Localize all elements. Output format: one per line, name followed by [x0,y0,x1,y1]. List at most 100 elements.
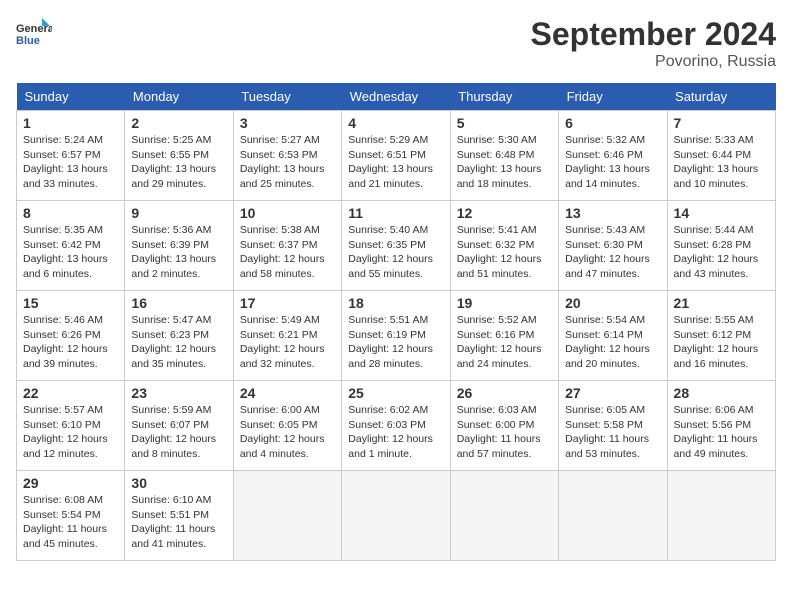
table-row: 12 Sunrise: 5:41 AMSunset: 6:32 PMDayligh… [450,201,558,291]
calendar-week-row: 22Sunrise: 5:57 AMSunset: 6:10 PMDayligh… [17,381,776,471]
day-info: Sunrise: 5:32 AMSunset: 6:46 PMDaylight:… [565,133,660,192]
day-info: Sunrise: 6:06 AMSunset: 5:56 PMDaylight:… [674,403,769,462]
day-info: Sunrise: 5:46 AMSunset: 6:26 PMDaylight:… [23,313,118,372]
month-title: September 2024 [531,16,776,53]
day-info: Sunrise: 5:41 AMSunset: 6:32 PMDaylight:… [457,223,552,282]
table-row [233,471,341,561]
day-number: 1 [23,115,118,131]
day-number: 6 [565,115,660,131]
table-row: 25 Sunrise: 6:02 AMSunset: 6:03 PMDayligh… [342,381,450,471]
day-info: Sunrise: 5:52 AMSunset: 6:16 PMDaylight:… [457,313,552,372]
table-row: 28 Sunrise: 6:06 AMSunset: 5:56 PMDayligh… [667,381,775,471]
day-number: 16 [131,295,226,311]
day-number: 15 [23,295,118,311]
day-info: Sunrise: 5:29 AMSunset: 6:51 PMDaylight:… [348,133,443,192]
day-info: Sunrise: 5:51 AMSunset: 6:19 PMDaylight:… [348,313,443,372]
day-info: Sunrise: 6:02 AMSunset: 6:03 PMDaylight:… [348,403,443,462]
day-number: 19 [457,295,552,311]
day-number: 14 [674,205,769,221]
day-info: Sunrise: 5:43 AMSunset: 6:30 PMDaylight:… [565,223,660,282]
day-number: 22 [23,385,118,401]
table-row: 21 Sunrise: 5:55 AMSunset: 6:12 PMDayligh… [667,291,775,381]
calendar-week-row: 8Sunrise: 5:35 AMSunset: 6:42 PMDaylight… [17,201,776,291]
day-info: Sunrise: 6:00 AMSunset: 6:05 PMDaylight:… [240,403,335,462]
day-number: 12 [457,205,552,221]
day-number: 20 [565,295,660,311]
day-info: Sunrise: 5:38 AMSunset: 6:37 PMDaylight:… [240,223,335,282]
table-row: 8Sunrise: 5:35 AMSunset: 6:42 PMDaylight… [17,201,125,291]
day-info: Sunrise: 5:25 AMSunset: 6:55 PMDaylight:… [131,133,226,192]
day-info: Sunrise: 5:27 AMSunset: 6:53 PMDaylight:… [240,133,335,192]
table-row: 11 Sunrise: 5:40 AMSunset: 6:35 PMDayligh… [342,201,450,291]
header-thursday: Thursday [450,83,558,111]
day-number: 11 [348,205,443,221]
day-info: Sunrise: 5:47 AMSunset: 6:23 PMDaylight:… [131,313,226,372]
table-row: 15 Sunrise: 5:46 AMSunset: 6:26 PMDayligh… [17,291,125,381]
day-info: Sunrise: 5:35 AMSunset: 6:42 PMDaylight:… [23,223,118,282]
day-info: Sunrise: 6:10 AMSunset: 5:51 PMDaylight:… [131,493,226,552]
day-info: Sunrise: 5:49 AMSunset: 6:21 PMDaylight:… [240,313,335,372]
calendar-week-row: 1 Sunrise: 5:24 AMSunset: 6:57 PMDaylight… [17,111,776,201]
calendar-table: Sunday Monday Tuesday Wednesday Thursday… [16,83,776,561]
day-number: 2 [131,115,226,131]
table-row: 29 Sunrise: 6:08 AMSunset: 5:54 PMDayligh… [17,471,125,561]
day-info: Sunrise: 5:54 AMSunset: 6:14 PMDaylight:… [565,313,660,372]
table-row [559,471,667,561]
day-number: 23 [131,385,226,401]
table-row: 5Sunrise: 5:30 AMSunset: 6:48 PMDaylight… [450,111,558,201]
day-number: 29 [23,475,118,491]
page-header: General Blue September 2024 Povorino, Ru… [16,16,776,71]
table-row: 9 Sunrise: 5:36 AMSunset: 6:39 PMDaylight… [125,201,233,291]
header-monday: Monday [125,83,233,111]
logo: General Blue [16,16,52,52]
table-row: 7Sunrise: 5:33 AMSunset: 6:44 PMDaylight… [667,111,775,201]
table-row: 18 Sunrise: 5:51 AMSunset: 6:19 PMDayligh… [342,291,450,381]
day-number: 5 [457,115,552,131]
day-number: 9 [131,205,226,221]
day-info: Sunrise: 6:08 AMSunset: 5:54 PMDaylight:… [23,493,118,552]
calendar-week-row: 15 Sunrise: 5:46 AMSunset: 6:26 PMDayligh… [17,291,776,381]
day-info: Sunrise: 5:40 AMSunset: 6:35 PMDaylight:… [348,223,443,282]
day-info: Sunrise: 5:36 AMSunset: 6:39 PMDaylight:… [131,223,226,282]
day-number: 21 [674,295,769,311]
table-row: 10 Sunrise: 5:38 AMSunset: 6:37 PMDayligh… [233,201,341,291]
table-row: 17 Sunrise: 5:49 AMSunset: 6:21 PMDayligh… [233,291,341,381]
day-number: 17 [240,295,335,311]
location: Povorino, Russia [531,53,776,71]
day-info: Sunrise: 5:24 AMSunset: 6:57 PMDaylight:… [23,133,118,192]
calendar-week-row: 29 Sunrise: 6:08 AMSunset: 5:54 PMDayligh… [17,471,776,561]
header-wednesday: Wednesday [342,83,450,111]
day-number: 18 [348,295,443,311]
day-number: 4 [348,115,443,131]
day-number: 13 [565,205,660,221]
table-row [450,471,558,561]
day-number: 27 [565,385,660,401]
day-number: 25 [348,385,443,401]
table-row: 14Sunrise: 5:44 AMSunset: 6:28 PMDayligh… [667,201,775,291]
table-row: 13 Sunrise: 5:43 AMSunset: 6:30 PMDayligh… [559,201,667,291]
day-info: Sunrise: 5:59 AMSunset: 6:07 PMDaylight:… [131,403,226,462]
day-info: Sunrise: 6:03 AMSunset: 6:00 PMDaylight:… [457,403,552,462]
day-number: 3 [240,115,335,131]
table-row: 23 Sunrise: 5:59 AMSunset: 6:07 PMDayligh… [125,381,233,471]
svg-text:Blue: Blue [16,35,40,47]
day-number: 7 [674,115,769,131]
table-row: 4 Sunrise: 5:29 AMSunset: 6:51 PMDaylight… [342,111,450,201]
day-number: 10 [240,205,335,221]
table-row [342,471,450,561]
header-friday: Friday [559,83,667,111]
table-row: 3 Sunrise: 5:27 AMSunset: 6:53 PMDaylight… [233,111,341,201]
table-row: 27 Sunrise: 6:05 AMSunset: 5:58 PMDayligh… [559,381,667,471]
weekday-header-row: Sunday Monday Tuesday Wednesday Thursday… [17,83,776,111]
day-info: Sunrise: 6:05 AMSunset: 5:58 PMDaylight:… [565,403,660,462]
header-tuesday: Tuesday [233,83,341,111]
table-row [667,471,775,561]
table-row: 6 Sunrise: 5:32 AMSunset: 6:46 PMDaylight… [559,111,667,201]
day-number: 28 [674,385,769,401]
day-info: Sunrise: 5:55 AMSunset: 6:12 PMDaylight:… [674,313,769,372]
title-block: September 2024 Povorino, Russia [531,16,776,71]
day-number: 26 [457,385,552,401]
table-row: 30Sunrise: 6:10 AMSunset: 5:51 PMDayligh… [125,471,233,561]
table-row: 26 Sunrise: 6:03 AMSunset: 6:00 PMDayligh… [450,381,558,471]
header-sunday: Sunday [17,83,125,111]
